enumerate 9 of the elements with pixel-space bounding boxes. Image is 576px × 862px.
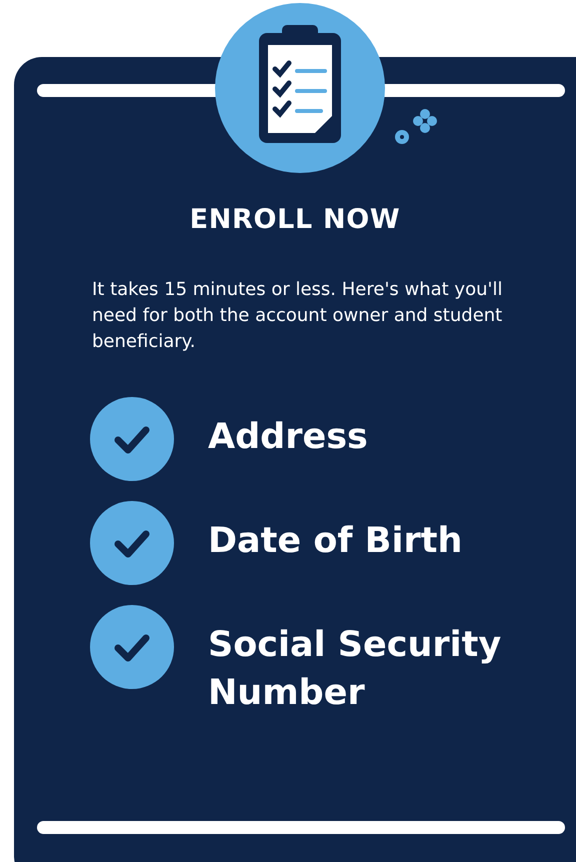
checkmark-circle-icon bbox=[90, 500, 174, 584]
enroll-heading: ENROLL NOW bbox=[190, 203, 400, 237]
requirement-label: Date of Birth bbox=[208, 520, 464, 562]
requirement-label: Social Security Number bbox=[208, 624, 502, 714]
checkmark-circle-icon bbox=[90, 604, 174, 688]
description-text: It takes 15 minutes or less. Here's what you'll need for both the account owner and student beneficiary. bbox=[92, 278, 504, 354]
dots-decoration-icon bbox=[394, 106, 440, 146]
requirement-label: Address bbox=[208, 416, 369, 458]
checkmark-circle-icon bbox=[90, 396, 174, 480]
